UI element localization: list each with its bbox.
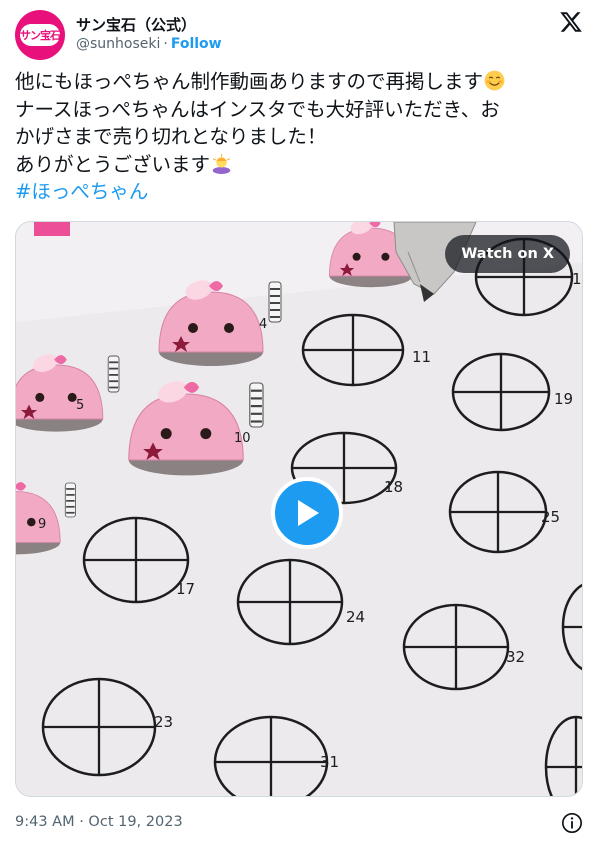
circle-number: 32 bbox=[506, 648, 525, 666]
video-media[interactable]: 11 12 17 18 19 23 24 25 31 32 4 5 9 10 Watch on X bbox=[15, 221, 583, 797]
tweet-line-2: ナースほっぺちゃんはインスタでも大好評いただき、お bbox=[15, 97, 500, 121]
avatar[interactable]: サン宝石 bbox=[15, 10, 65, 60]
x-logo-icon[interactable] bbox=[559, 10, 583, 34]
circle-number: 17 bbox=[176, 580, 195, 598]
figure-number: 5 bbox=[76, 398, 84, 413]
tweet-line-4: ありがとうございます bbox=[15, 151, 587, 179]
smiling-face-icon bbox=[484, 70, 505, 91]
hashtag-link[interactable]: #ほっぺちゃん bbox=[15, 178, 587, 206]
tweet-footer: 9:43 AM · Oct 19, 2023 bbox=[15, 812, 585, 836]
timestamp[interactable]: 9:43 AM · Oct 19, 2023 bbox=[15, 814, 183, 830]
info-icon[interactable] bbox=[561, 812, 583, 834]
play-icon bbox=[298, 500, 319, 526]
figure-number: 9 bbox=[38, 517, 46, 532]
tweet-line-1: 他にもほっぺちゃん制作動画ありますので再掲します bbox=[15, 68, 587, 96]
tweet-text: 他にもほっぺちゃん制作動画ありますので再掲します ナースほっぺちゃんはインスタで… bbox=[15, 68, 587, 206]
circle-number: 25 bbox=[541, 508, 560, 526]
tweet-header: サン宝石 サン宝石（公式） @sunhoseki · Follow bbox=[15, 10, 585, 60]
avatar-logo-text: サン宝石 bbox=[20, 24, 61, 46]
person-bowing-icon bbox=[212, 153, 231, 174]
circle-number: 18 bbox=[384, 478, 403, 496]
circle-number: 11 bbox=[412, 348, 431, 366]
watch-on-x-button[interactable]: Watch on X bbox=[445, 235, 570, 273]
pink-corner bbox=[34, 222, 70, 236]
follow-button[interactable]: Follow bbox=[171, 36, 222, 52]
tweet-line-3: かげさまで売り切れとなりました！ bbox=[15, 125, 327, 148]
circle-number: 31 bbox=[320, 753, 339, 771]
circle-number: 12 bbox=[572, 270, 583, 288]
separator-dot: · bbox=[163, 36, 168, 52]
figure-number: 4 bbox=[259, 317, 267, 332]
circle-number: 23 bbox=[154, 713, 173, 731]
circle-number: 24 bbox=[346, 608, 365, 626]
handle[interactable]: @sunhoseki bbox=[76, 36, 160, 52]
display-name[interactable]: サン宝石（公式） bbox=[76, 14, 196, 35]
handle-row: @sunhoseki · Follow bbox=[76, 36, 222, 52]
play-button[interactable] bbox=[271, 477, 343, 549]
circle-number: 19 bbox=[554, 390, 573, 408]
figure-number: 10 bbox=[234, 431, 251, 446]
